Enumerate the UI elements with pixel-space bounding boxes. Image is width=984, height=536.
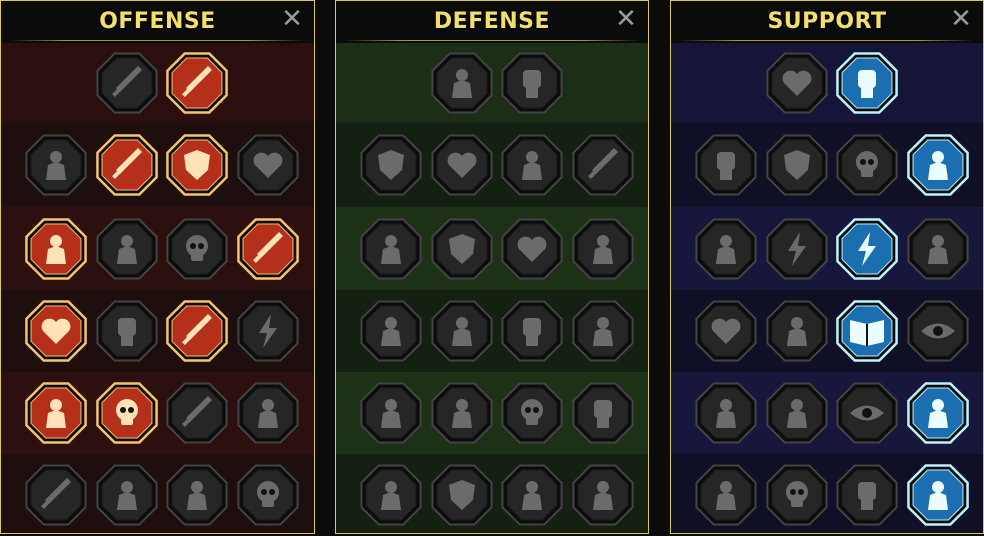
bull-head-icon[interactable] bbox=[570, 298, 636, 364]
heart-ward-icon[interactable] bbox=[499, 216, 565, 282]
blessed-figure-icon[interactable] bbox=[693, 216, 759, 282]
skill-row bbox=[671, 454, 983, 533]
demon-beast-icon[interactable] bbox=[164, 462, 230, 528]
skill-row bbox=[336, 207, 648, 290]
skill-row bbox=[1, 372, 314, 454]
crowd-rise-icon[interactable] bbox=[358, 298, 424, 364]
skill-row bbox=[671, 372, 983, 454]
skull-crossbones-icon[interactable] bbox=[764, 462, 830, 528]
skill-row bbox=[671, 123, 983, 207]
monster-maw-icon[interactable] bbox=[94, 216, 160, 282]
skill-row bbox=[671, 207, 983, 290]
twin-skulls-icon[interactable] bbox=[94, 380, 160, 446]
all-seeing-eye-icon[interactable] bbox=[834, 380, 900, 446]
lightning-bolt-icon[interactable] bbox=[764, 216, 830, 282]
falling-blades-icon[interactable] bbox=[94, 132, 160, 198]
flaming-demon-icon[interactable] bbox=[358, 462, 424, 528]
header-divider bbox=[679, 40, 975, 41]
skill-row bbox=[1, 290, 314, 372]
blade-deflect-icon[interactable] bbox=[570, 132, 636, 198]
shield-break-icon[interactable] bbox=[164, 132, 230, 198]
gripping-claw-icon[interactable] bbox=[834, 462, 900, 528]
axe-strike-icon[interactable] bbox=[164, 298, 230, 364]
electrified-man-icon[interactable] bbox=[235, 380, 301, 446]
raised-fist-icon[interactable] bbox=[499, 50, 565, 116]
close-icon[interactable]: ✕ bbox=[280, 6, 304, 32]
header-divider bbox=[344, 40, 640, 41]
claw-slash-icon[interactable] bbox=[570, 380, 636, 446]
skill-row bbox=[671, 290, 983, 372]
rapid-speed-icon[interactable] bbox=[905, 132, 971, 198]
hourglass-burst-icon[interactable] bbox=[429, 298, 495, 364]
panel-title: DEFENSE bbox=[433, 9, 551, 34]
bearded-warrior-icon[interactable] bbox=[499, 462, 565, 528]
bleeding-heart-sword-icon[interactable] bbox=[23, 298, 89, 364]
chained-heart-icon[interactable] bbox=[693, 298, 759, 364]
offense-panel: OFFENSE ✕ bbox=[0, 0, 315, 534]
fist-hammer-icon[interactable] bbox=[94, 298, 160, 364]
skill-row bbox=[336, 454, 648, 533]
triple-arrow-target-icon[interactable] bbox=[23, 380, 89, 446]
skill-row bbox=[336, 290, 648, 372]
knight-with-shield-icon[interactable] bbox=[429, 216, 495, 282]
nested-shield-icon[interactable] bbox=[764, 132, 830, 198]
striking-hand-icon[interactable] bbox=[834, 50, 900, 116]
shadow-double-icon[interactable] bbox=[905, 216, 971, 282]
crossed-swords-icon[interactable] bbox=[94, 50, 160, 116]
skill-row bbox=[1, 43, 314, 123]
chain-lightning-icon[interactable] bbox=[235, 298, 301, 364]
spear-thrust-icon[interactable] bbox=[23, 462, 89, 528]
flying-kick-icon[interactable] bbox=[905, 380, 971, 446]
close-icon[interactable]: ✕ bbox=[614, 6, 638, 32]
falling-drops-icon[interactable] bbox=[429, 380, 495, 446]
winged-boot-icon[interactable] bbox=[764, 380, 830, 446]
flaming-skull-icon[interactable] bbox=[834, 132, 900, 198]
defense-panel: DEFENSE ✕ bbox=[335, 0, 649, 534]
skill-row bbox=[336, 123, 648, 207]
skull-cloak-icon[interactable] bbox=[164, 216, 230, 282]
muscle-flex-icon[interactable] bbox=[570, 462, 636, 528]
open-book-icon[interactable] bbox=[834, 298, 900, 364]
dagger-strike-icon[interactable] bbox=[164, 50, 230, 116]
eagle-head-icon[interactable] bbox=[905, 462, 971, 528]
skill-row bbox=[1, 454, 314, 533]
sprinting-man-icon[interactable] bbox=[358, 380, 424, 446]
armored-statue-icon[interactable] bbox=[499, 132, 565, 198]
skill-row bbox=[336, 43, 648, 123]
horned-warrior-icon[interactable] bbox=[23, 132, 89, 198]
winged-shield-icon[interactable] bbox=[429, 462, 495, 528]
compass-star-icon[interactable] bbox=[693, 380, 759, 446]
open-palm-icon[interactable] bbox=[499, 298, 565, 364]
dodge-silhouette-icon[interactable] bbox=[358, 216, 424, 282]
cursed-heart-icon[interactable] bbox=[235, 132, 301, 198]
skill-row bbox=[1, 123, 314, 207]
zigzag-bolts-icon[interactable] bbox=[834, 216, 900, 282]
glaring-eyes-icon[interactable] bbox=[905, 298, 971, 364]
hooded-guardian-icon[interactable] bbox=[570, 216, 636, 282]
support-panel: SUPPORT ✕ bbox=[670, 0, 984, 534]
chevron-shield-icon[interactable] bbox=[358, 132, 424, 198]
praying-hands-icon[interactable] bbox=[693, 132, 759, 198]
pierced-body-icon[interactable] bbox=[23, 216, 89, 282]
spiked-skull-icon[interactable] bbox=[235, 462, 301, 528]
skull-aura-icon[interactable] bbox=[499, 380, 565, 446]
comet-icon[interactable] bbox=[764, 298, 830, 364]
sickle-slash-icon[interactable] bbox=[235, 216, 301, 282]
potion-flask-icon[interactable] bbox=[693, 462, 759, 528]
skill-row bbox=[1, 207, 314, 290]
header-divider bbox=[9, 40, 306, 41]
anatomical-heart-icon[interactable] bbox=[429, 132, 495, 198]
panel-title: OFFENSE bbox=[99, 9, 216, 34]
needle-sigil-icon[interactable] bbox=[164, 380, 230, 446]
skill-row bbox=[336, 372, 648, 454]
knight-helm-icon[interactable] bbox=[94, 462, 160, 528]
armor-plates-icon[interactable] bbox=[429, 50, 495, 116]
skill-row bbox=[671, 43, 983, 123]
heart-sparkles-icon[interactable] bbox=[764, 50, 830, 116]
close-icon[interactable]: ✕ bbox=[949, 6, 973, 32]
panel-title: SUPPORT bbox=[767, 9, 887, 34]
